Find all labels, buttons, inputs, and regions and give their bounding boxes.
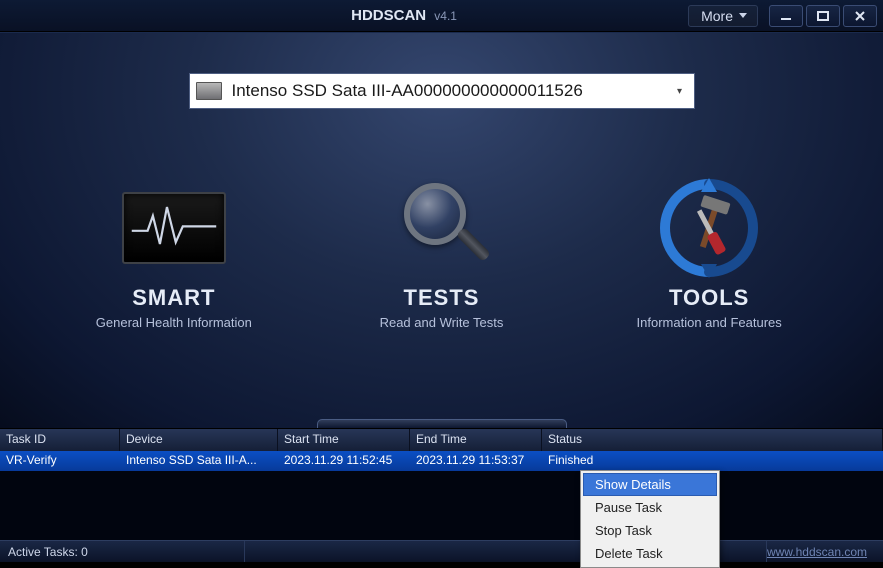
col-task[interactable]: Task ID: [0, 429, 120, 451]
col-device[interactable]: Device: [120, 429, 278, 451]
main-panel: Intenso SSD Sata III-AA00000000000001152…: [0, 32, 883, 428]
website-link[interactable]: www.hddscan.com: [767, 545, 883, 559]
chevron-down-icon: [739, 13, 747, 18]
drive-selected-text: Intenso SSD Sata III-AA00000000000001152…: [228, 75, 666, 107]
tests-subtitle: Read and Write Tests: [326, 315, 556, 330]
maximize-button[interactable]: [806, 5, 840, 27]
context-menu: Show Details Pause Task Stop Task Delete…: [580, 470, 720, 568]
magnifier-icon: [396, 183, 486, 273]
task-list: Task ID Device Start Time End Time Statu…: [0, 428, 883, 540]
tools-icon: [654, 178, 764, 278]
drive-icon: [190, 74, 228, 108]
active-tasks-label: Active Tasks: 0: [0, 541, 245, 562]
drive-selector[interactable]: Intenso SSD Sata III-AA00000000000001152…: [189, 73, 695, 109]
more-button[interactable]: More: [688, 5, 758, 27]
ctx-show-details[interactable]: Show Details: [583, 473, 717, 496]
tests-button[interactable]: TESTS Read and Write Tests: [326, 183, 556, 330]
cell-end: 2023.11.29 11:53:37: [410, 451, 542, 471]
smart-button[interactable]: SMART General Health Information: [59, 183, 289, 330]
tests-title: TESTS: [326, 285, 556, 311]
tools-button[interactable]: TOOLS Information and Features: [594, 183, 824, 330]
splitter-handle[interactable]: [317, 419, 567, 428]
smart-title: SMART: [59, 285, 289, 311]
app-title: HDDSCAN v4.1: [120, 7, 688, 24]
tools-title: TOOLS: [594, 285, 824, 311]
table-row[interactable]: VR-Verify Intenso SSD Sata III-A... 2023…: [0, 451, 883, 471]
minimize-button[interactable]: [769, 5, 803, 27]
chevron-down-icon[interactable]: ▾: [666, 86, 694, 97]
smart-subtitle: General Health Information: [59, 315, 289, 330]
col-status[interactable]: Status: [542, 429, 883, 451]
col-start[interactable]: Start Time: [278, 429, 410, 451]
app-version: v4.1: [434, 9, 457, 23]
close-button[interactable]: [843, 5, 877, 27]
table-header: Task ID Device Start Time End Time Statu…: [0, 429, 883, 451]
ctx-stop-task[interactable]: Stop Task: [583, 519, 717, 542]
ctx-pause-task[interactable]: Pause Task: [583, 496, 717, 519]
cell-task: VR-Verify: [0, 451, 120, 471]
cell-device: Intenso SSD Sata III-A...: [120, 451, 278, 471]
more-label: More: [701, 8, 733, 24]
cell-status: Finished: [542, 451, 883, 471]
cell-start: 2023.11.29 11:52:45: [278, 451, 410, 471]
tools-subtitle: Information and Features: [594, 315, 824, 330]
smart-monitor-icon: [122, 192, 226, 264]
app-name: HDDSCAN: [351, 7, 426, 24]
col-end[interactable]: End Time: [410, 429, 542, 451]
status-bar: Active Tasks: 0 www.hddscan.com: [0, 540, 883, 562]
titlebar: HDDSCAN v4.1 More: [0, 0, 883, 32]
